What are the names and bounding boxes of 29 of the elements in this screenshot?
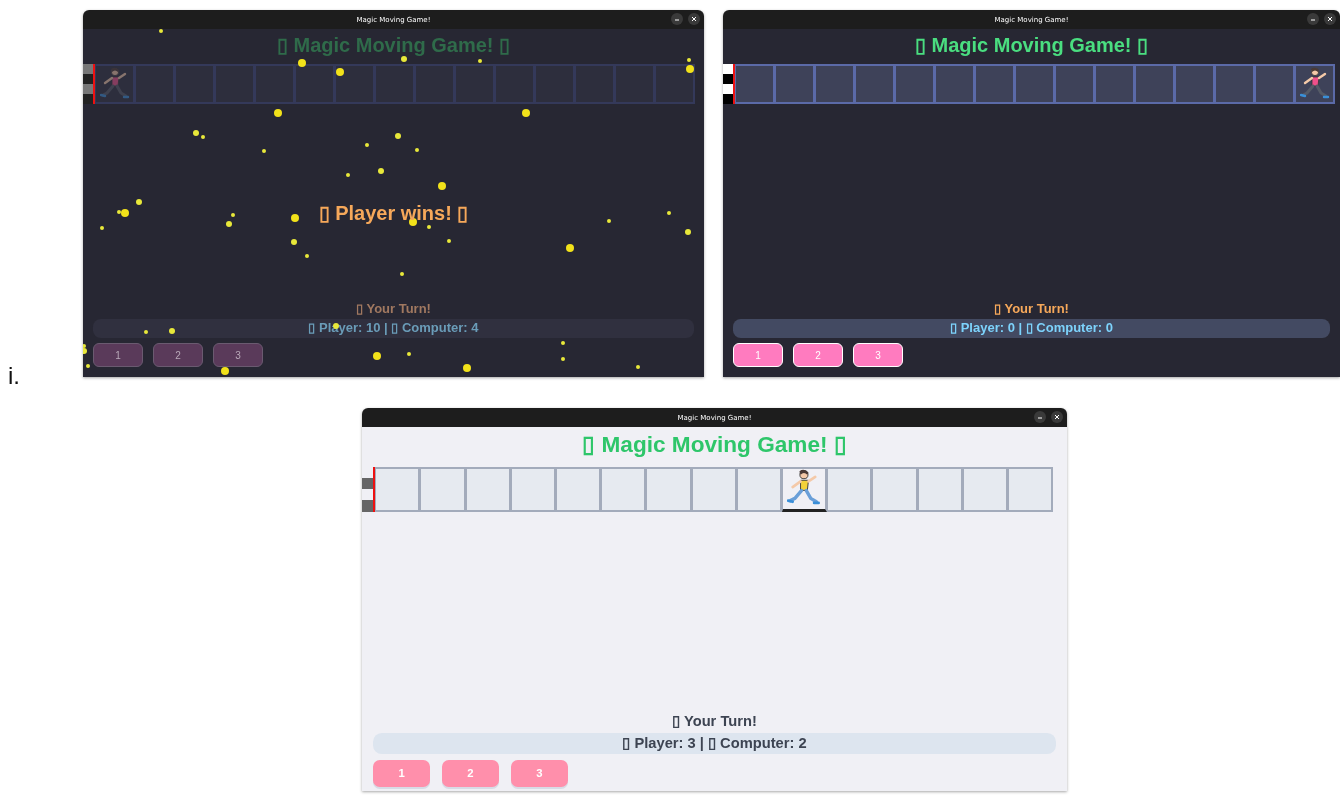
move-button[interactable]: 2 — [793, 343, 843, 367]
move-button[interactable]: 1 — [373, 759, 430, 787]
score-bar: ▯ Player: 10 | ▯ Computer: 4 — [93, 319, 694, 338]
minimize-button[interactable] — [1034, 411, 1046, 423]
move-button[interactable]: 3 — [853, 343, 903, 367]
turn-label: ▯ Your Turn! — [355, 299, 432, 318]
close-button[interactable] — [1324, 13, 1336, 25]
score-bar: ▯ Player: 3 | ▯ Computer: 2 — [373, 732, 1056, 755]
game-title: ▯ Magic Moving Game! ▯ — [581, 431, 848, 460]
minimize-button[interactable] — [1307, 13, 1319, 25]
score-bar: ▯ Player: 0 | ▯ Computer: 0 — [733, 319, 1330, 338]
move-button[interactable]: 2 — [442, 759, 499, 787]
close-button[interactable] — [1051, 411, 1063, 423]
close-icon — [1325, 14, 1335, 24]
close-button[interactable] — [688, 13, 700, 25]
game-title: ▯ Magic Moving Game! ▯ — [275, 33, 512, 58]
game-title: ▯ Magic Moving Game! ▯ — [913, 33, 1150, 58]
move-button[interactable]: 1 — [93, 343, 143, 367]
minimize-button[interactable] — [671, 13, 683, 25]
turn-label: ▯ Your Turn! — [993, 299, 1070, 318]
close-icon — [689, 14, 699, 24]
close-icon — [1052, 412, 1062, 422]
list-label: i. — [7, 363, 21, 389]
move-button[interactable]: 3 — [511, 759, 568, 787]
move-button[interactable]: 2 — [153, 343, 203, 367]
turn-label: ▯ Your Turn! — [671, 711, 758, 731]
move-button[interactable]: 1 — [733, 343, 783, 367]
move-button[interactable]: 3 — [213, 343, 263, 367]
win-message: ▯ Player wins! ▯ — [317, 201, 470, 225]
